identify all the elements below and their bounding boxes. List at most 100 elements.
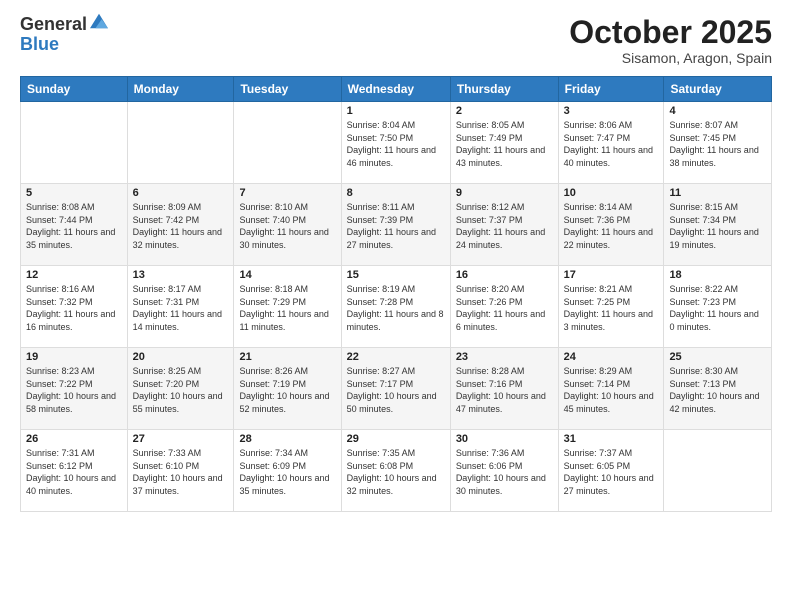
table-row: 19 Sunrise: 8:23 AM Sunset: 7:22 PM Dayli… (21, 348, 128, 430)
day-content: Sunrise: 8:21 AM Sunset: 7:25 PM Dayligh… (564, 283, 659, 333)
day-number: 8 (347, 187, 445, 199)
day-content: Sunrise: 8:16 AM Sunset: 7:32 PM Dayligh… (26, 283, 122, 333)
day-content: Sunrise: 8:17 AM Sunset: 7:31 PM Dayligh… (133, 283, 229, 333)
day-number: 28 (239, 433, 335, 445)
day-content: Sunrise: 7:37 AM Sunset: 6:05 PM Dayligh… (564, 447, 659, 497)
day-number: 2 (456, 105, 553, 117)
table-row: 23Sunrise: 8:28 AM Sunset: 7:16 PM Dayli… (450, 348, 558, 430)
day-number: 17 (564, 269, 659, 281)
calendar-week-row: 5 Sunrise: 8:08 AM Sunset: 7:44 PM Daylig… (21, 184, 772, 266)
table-row: 12 Sunrise: 8:16 AM Sunset: 7:32 PM Dayli… (21, 266, 128, 348)
table-row: 7 Sunrise: 8:10 AM Sunset: 7:40 PM Daylig… (234, 184, 341, 266)
month-title: October 2025 (569, 15, 772, 50)
day-content: Sunrise: 7:35 AM Sunset: 6:08 PM Dayligh… (347, 447, 445, 497)
title-block: October 2025 Sisamon, Aragon, Spain (569, 15, 772, 66)
day-number: 5 (26, 187, 122, 199)
day-number: 3 (564, 105, 659, 117)
table-row: 8Sunrise: 8:11 AM Sunset: 7:39 PM Daylig… (341, 184, 450, 266)
table-row: 2 Sunrise: 8:05 AM Sunset: 7:49 PM Daylig… (450, 102, 558, 184)
day-number: 26 (26, 433, 122, 445)
table-row: 5 Sunrise: 8:08 AM Sunset: 7:44 PM Daylig… (21, 184, 128, 266)
day-number: 15 (347, 269, 445, 281)
calendar-table: Sunday Monday Tuesday Wednesday Thursday… (20, 76, 772, 512)
day-number: 9 (456, 187, 553, 199)
day-number: 30 (456, 433, 553, 445)
day-number: 11 (669, 187, 766, 199)
day-number: 19 (26, 351, 122, 363)
day-number: 21 (239, 351, 335, 363)
calendar-week-row: 26 Sunrise: 7:31 AM Sunset: 6:12 PM Dayli… (21, 430, 772, 512)
day-number: 20 (133, 351, 229, 363)
table-row: 26 Sunrise: 7:31 AM Sunset: 6:12 PM Dayli… (21, 430, 128, 512)
calendar-week-row: 12 Sunrise: 8:16 AM Sunset: 7:32 PM Dayli… (21, 266, 772, 348)
table-row: 9 Sunrise: 8:12 AM Sunset: 7:37 PM Daylig… (450, 184, 558, 266)
table-row: 31Sunrise: 7:37 AM Sunset: 6:05 PM Dayli… (558, 430, 664, 512)
day-content: Sunrise: 8:08 AM Sunset: 7:44 PM Dayligh… (26, 201, 122, 251)
table-row: 10 Sunrise: 8:14 AM Sunset: 7:36 PM Dayli… (558, 184, 664, 266)
day-number: 4 (669, 105, 766, 117)
day-number: 13 (133, 269, 229, 281)
day-content: Sunrise: 7:34 AM Sunset: 6:09 PM Dayligh… (239, 447, 335, 497)
calendar-week-row: 1 Sunrise: 8:04 AM Sunset: 7:50 PM Daylig… (21, 102, 772, 184)
day-content: Sunrise: 8:29 AM Sunset: 7:14 PM Dayligh… (564, 365, 659, 415)
table-row: 22Sunrise: 8:27 AM Sunset: 7:17 PM Dayli… (341, 348, 450, 430)
day-content: Sunrise: 8:28 AM Sunset: 7:16 PM Dayligh… (456, 365, 553, 415)
table-row: 13 Sunrise: 8:17 AM Sunset: 7:31 PM Dayli… (127, 266, 234, 348)
table-row: 3 Sunrise: 8:06 AM Sunset: 7:47 PM Daylig… (558, 102, 664, 184)
day-content: Sunrise: 7:33 AM Sunset: 6:10 PM Dayligh… (133, 447, 229, 497)
day-number: 1 (347, 105, 445, 117)
table-row: 27 Sunrise: 7:33 AM Sunset: 6:10 PM Dayli… (127, 430, 234, 512)
table-row: 18 Sunrise: 8:22 AM Sunset: 7:23 PM Dayli… (664, 266, 772, 348)
table-row: 24 Sunrise: 8:29 AM Sunset: 7:14 PM Dayli… (558, 348, 664, 430)
logo-general: General (20, 15, 87, 35)
header-saturday: Saturday (664, 77, 772, 102)
logo-text: General Blue (20, 15, 108, 55)
day-number: 12 (26, 269, 122, 281)
day-content: Sunrise: 8:14 AM Sunset: 7:36 PM Dayligh… (564, 201, 659, 251)
day-content: Sunrise: 8:07 AM Sunset: 7:45 PM Dayligh… (669, 119, 766, 169)
table-row: 30Sunrise: 7:36 AM Sunset: 6:06 PM Dayli… (450, 430, 558, 512)
day-content: Sunrise: 8:05 AM Sunset: 7:49 PM Dayligh… (456, 119, 553, 169)
table-row: 21 Sunrise: 8:26 AM Sunset: 7:19 PM Dayli… (234, 348, 341, 430)
day-content: Sunrise: 8:15 AM Sunset: 7:34 PM Dayligh… (669, 201, 766, 251)
day-content: Sunrise: 7:31 AM Sunset: 6:12 PM Dayligh… (26, 447, 122, 497)
day-number: 16 (456, 269, 553, 281)
calendar-week-row: 19 Sunrise: 8:23 AM Sunset: 7:22 PM Dayli… (21, 348, 772, 430)
day-number: 6 (133, 187, 229, 199)
day-content: Sunrise: 8:26 AM Sunset: 7:19 PM Dayligh… (239, 365, 335, 415)
logo: General Blue (20, 15, 108, 55)
day-number: 27 (133, 433, 229, 445)
day-number: 24 (564, 351, 659, 363)
header-thursday: Thursday (450, 77, 558, 102)
day-content: Sunrise: 8:09 AM Sunset: 7:42 PM Dayligh… (133, 201, 229, 251)
table-row (234, 102, 341, 184)
day-content: Sunrise: 8:25 AM Sunset: 7:20 PM Dayligh… (133, 365, 229, 415)
header-monday: Monday (127, 77, 234, 102)
day-number: 22 (347, 351, 445, 363)
table-row: 11 Sunrise: 8:15 AM Sunset: 7:34 PM Dayli… (664, 184, 772, 266)
day-content: Sunrise: 8:10 AM Sunset: 7:40 PM Dayligh… (239, 201, 335, 251)
day-content: Sunrise: 8:30 AM Sunset: 7:13 PM Dayligh… (669, 365, 766, 415)
day-number: 25 (669, 351, 766, 363)
day-content: Sunrise: 8:06 AM Sunset: 7:47 PM Dayligh… (564, 119, 659, 169)
day-number: 29 (347, 433, 445, 445)
table-row (127, 102, 234, 184)
header-sunday: Sunday (21, 77, 128, 102)
logo-blue: Blue (20, 35, 108, 55)
table-row: 6 Sunrise: 8:09 AM Sunset: 7:42 PM Daylig… (127, 184, 234, 266)
logo-icon (90, 12, 108, 30)
table-row: 4 Sunrise: 8:07 AM Sunset: 7:45 PM Daylig… (664, 102, 772, 184)
day-number: 7 (239, 187, 335, 199)
day-number: 18 (669, 269, 766, 281)
table-row (21, 102, 128, 184)
table-row (664, 430, 772, 512)
page: General Blue October 2025 Sisamon, Arago… (0, 0, 792, 612)
day-content: Sunrise: 8:18 AM Sunset: 7:29 PM Dayligh… (239, 283, 335, 333)
day-number: 10 (564, 187, 659, 199)
day-content: Sunrise: 8:22 AM Sunset: 7:23 PM Dayligh… (669, 283, 766, 333)
table-row: 17 Sunrise: 8:21 AM Sunset: 7:25 PM Dayli… (558, 266, 664, 348)
day-content: Sunrise: 8:23 AM Sunset: 7:22 PM Dayligh… (26, 365, 122, 415)
day-content: Sunrise: 8:04 AM Sunset: 7:50 PM Dayligh… (347, 119, 445, 169)
location-subtitle: Sisamon, Aragon, Spain (569, 50, 772, 66)
day-content: Sunrise: 8:12 AM Sunset: 7:37 PM Dayligh… (456, 201, 553, 251)
